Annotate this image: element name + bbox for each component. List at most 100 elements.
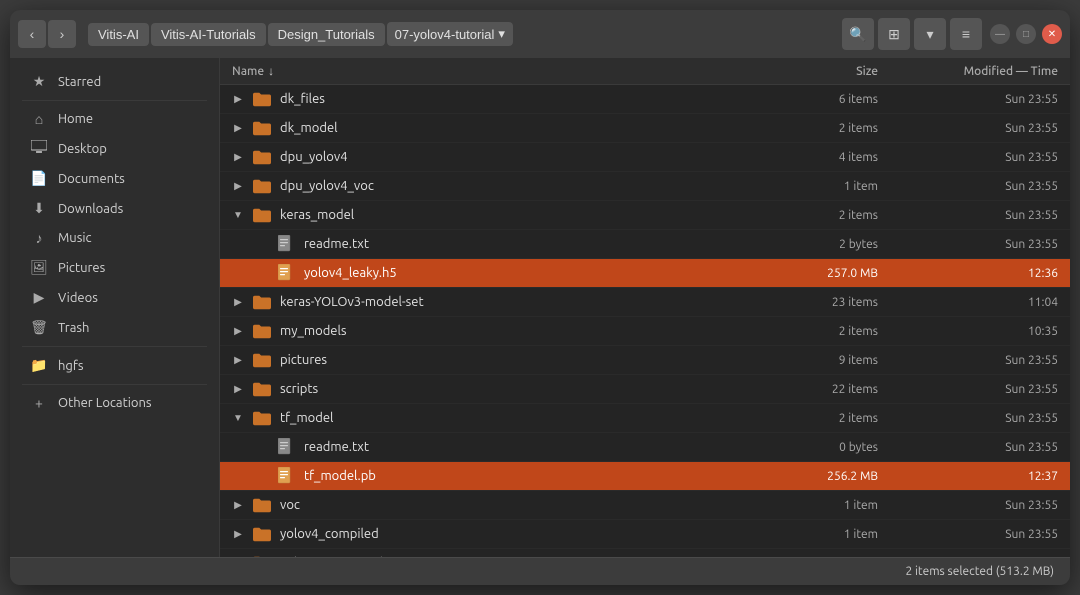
breadcrumb-design-tutorials[interactable]: Design_Tutorials — [268, 23, 385, 46]
close-button[interactable]: ✕ — [1042, 24, 1062, 44]
sidebar-item-label: Trash — [58, 321, 89, 335]
sidebar-item-downloads[interactable]: ⬇ Downloads — [14, 194, 215, 223]
dropdown-arrow-icon: ▾ — [498, 26, 505, 42]
search-icon: 🔍 — [849, 26, 866, 43]
breadcrumb-vitis-ai[interactable]: Vitis-AI — [88, 23, 149, 46]
expand-arrow-icon: ▼ — [232, 209, 244, 221]
videos-icon: ▶ — [30, 289, 48, 306]
menu-button[interactable]: ≡ — [950, 18, 982, 50]
downloads-icon: ⬇ — [30, 200, 48, 217]
sidebar-item-label: Music — [58, 231, 92, 245]
table-row[interactable]: ▶ voc 1 item Sun 23:55 — [220, 491, 1070, 520]
table-row[interactable]: ▶ dpu_yolov4_voc 1 item Sun 23:55 — [220, 172, 1070, 201]
sidebar-item-home[interactable]: ⌂ Home — [14, 105, 215, 133]
folder-icon — [252, 524, 272, 544]
sidebar: ★ Starred ⌂ Home Desktop 📄 Docum — [10, 58, 220, 557]
sidebar-divider-1 — [22, 100, 207, 101]
titlebar-actions: 🔍 ⊞ ▾ ≡ — [842, 18, 982, 50]
sidebar-item-label: Desktop — [58, 142, 107, 156]
sidebar-item-trash[interactable]: 🗑 Trash — [14, 313, 215, 342]
file-manager-window: ‹ › Vitis-AI Vitis-AI-Tutorials Design_T… — [10, 10, 1070, 585]
expand-arrow-icon: ▶ — [232, 122, 244, 134]
folder-icon — [252, 292, 272, 312]
minimize-button[interactable]: — — [990, 24, 1010, 44]
file-list-header: Name ↓ Size Modified — Time — [220, 58, 1070, 85]
grid-icon: ⊞ — [888, 26, 900, 43]
chevron-down-icon: ▾ — [926, 26, 933, 43]
text-file-icon — [276, 437, 296, 457]
name-column-header[interactable]: Name ↓ — [232, 64, 758, 78]
sidebar-item-starred[interactable]: ★ Starred — [14, 67, 215, 96]
table-row[interactable]: ▶ yolov4_compiled 1 item Sun 23:55 — [220, 520, 1070, 549]
window-controls: — □ ✕ — [990, 24, 1062, 44]
table-row[interactable]: ▶ dk_files 6 items Sun 23:55 — [220, 85, 1070, 114]
search-button[interactable]: 🔍 — [842, 18, 874, 50]
network-folder-icon: 📁 — [30, 357, 48, 374]
home-icon: ⌂ — [30, 111, 48, 127]
add-icon: + — [30, 395, 48, 411]
sidebar-item-label: Documents — [58, 172, 125, 186]
expand-arrow-icon: ▼ — [232, 412, 244, 424]
desktop-icon — [30, 140, 48, 157]
folder-icon — [252, 379, 272, 399]
modified-column-header[interactable]: Modified — Time — [878, 64, 1058, 78]
maximize-button[interactable]: □ — [1016, 24, 1036, 44]
table-row[interactable]: ▶ tf_model.pb 256.2 MB 12:37 — [220, 462, 1070, 491]
hamburger-icon: ≡ — [962, 26, 970, 42]
table-row[interactable]: ▶ readme.txt 0 bytes Sun 23:55 — [220, 433, 1070, 462]
trash-icon: 🗑 — [30, 319, 48, 336]
main-area: ★ Starred ⌂ Home Desktop 📄 Docum — [10, 58, 1070, 557]
sidebar-item-other-locations[interactable]: + Other Locations — [14, 389, 215, 417]
status-text: 2 items selected (513.2 MB) — [905, 565, 1054, 578]
table-row[interactable]: ▶ pictures 9 items Sun 23:55 — [220, 346, 1070, 375]
sort-arrow-icon: ↓ — [268, 64, 274, 78]
table-row[interactable]: ▶ yolov4_leaky.h5 257.0 MB 12:36 — [220, 259, 1070, 288]
size-column-header[interactable]: Size — [758, 64, 878, 78]
star-icon: ★ — [30, 73, 48, 90]
sidebar-item-music[interactable]: ♪ Music — [14, 224, 215, 252]
expand-arrow-icon: ▶ — [232, 180, 244, 192]
expand-arrow-icon: ▶ — [232, 528, 244, 540]
folder-icon — [252, 118, 272, 138]
music-icon: ♪ — [30, 230, 48, 246]
titlebar: ‹ › Vitis-AI Vitis-AI-Tutorials Design_T… — [10, 10, 1070, 58]
expand-arrow-icon: ▶ — [232, 325, 244, 337]
sidebar-item-label: Pictures — [58, 261, 105, 275]
view-options-button[interactable]: ▾ — [914, 18, 946, 50]
text-file-icon — [276, 234, 296, 254]
folder-icon — [252, 495, 272, 515]
table-row[interactable]: ▶ keras-YOLOv3-model-set 23 items 11:04 — [220, 288, 1070, 317]
pictures-icon: 🖼 — [30, 259, 48, 276]
data-file-icon — [276, 466, 296, 486]
sidebar-item-pictures[interactable]: 🖼 Pictures — [14, 253, 215, 282]
expand-arrow-icon: ▶ — [232, 383, 244, 395]
folder-open-icon — [252, 408, 272, 428]
sidebar-item-label: Other Locations — [58, 396, 152, 410]
table-row[interactable]: ▼ keras_model 2 items Sun 23:55 — [220, 201, 1070, 230]
expand-arrow-icon: ▶ — [232, 354, 244, 366]
breadcrumb-yolov4-tutorial[interactable]: 07-yolov4-tutorial ▾ — [387, 22, 513, 46]
sidebar-item-documents[interactable]: 📄 Documents — [14, 164, 215, 193]
sidebar-item-videos[interactable]: ▶ Videos — [14, 283, 215, 312]
grid-view-button[interactable]: ⊞ — [878, 18, 910, 50]
table-row[interactable]: ▶ my_models 2 items 10:35 — [220, 317, 1070, 346]
back-button[interactable]: ‹ — [18, 20, 46, 48]
statusbar: 2 items selected (513.2 MB) — [10, 557, 1070, 585]
table-row[interactable]: ▶ dk_model 2 items Sun 23:55 — [220, 114, 1070, 143]
table-row[interactable]: ▶ yolov4_quantized 1 item Sun 23:55 — [220, 549, 1070, 557]
sidebar-item-hgfs[interactable]: 📁 hgfs — [14, 351, 215, 380]
sidebar-item-label: Downloads — [58, 202, 123, 216]
sidebar-item-label: Starred — [58, 75, 101, 89]
expand-arrow-icon: ▶ — [232, 296, 244, 308]
forward-button[interactable]: › — [48, 20, 76, 48]
breadcrumb: Vitis-AI Vitis-AI-Tutorials Design_Tutor… — [88, 22, 830, 46]
breadcrumb-vitis-ai-tutorials[interactable]: Vitis-AI-Tutorials — [151, 23, 266, 46]
table-row[interactable]: ▶ readme.txt 2 bytes Sun 23:55 — [220, 230, 1070, 259]
table-row[interactable]: ▼ tf_model 2 items Sun 23:55 — [220, 404, 1070, 433]
sidebar-divider-3 — [22, 384, 207, 385]
table-row[interactable]: ▶ dpu_yolov4 4 items Sun 23:55 — [220, 143, 1070, 172]
table-row[interactable]: ▶ scripts 22 items Sun 23:55 — [220, 375, 1070, 404]
sidebar-item-desktop[interactable]: Desktop — [14, 134, 215, 163]
expand-arrow-icon: ▶ — [232, 93, 244, 105]
folder-icon — [252, 89, 272, 109]
